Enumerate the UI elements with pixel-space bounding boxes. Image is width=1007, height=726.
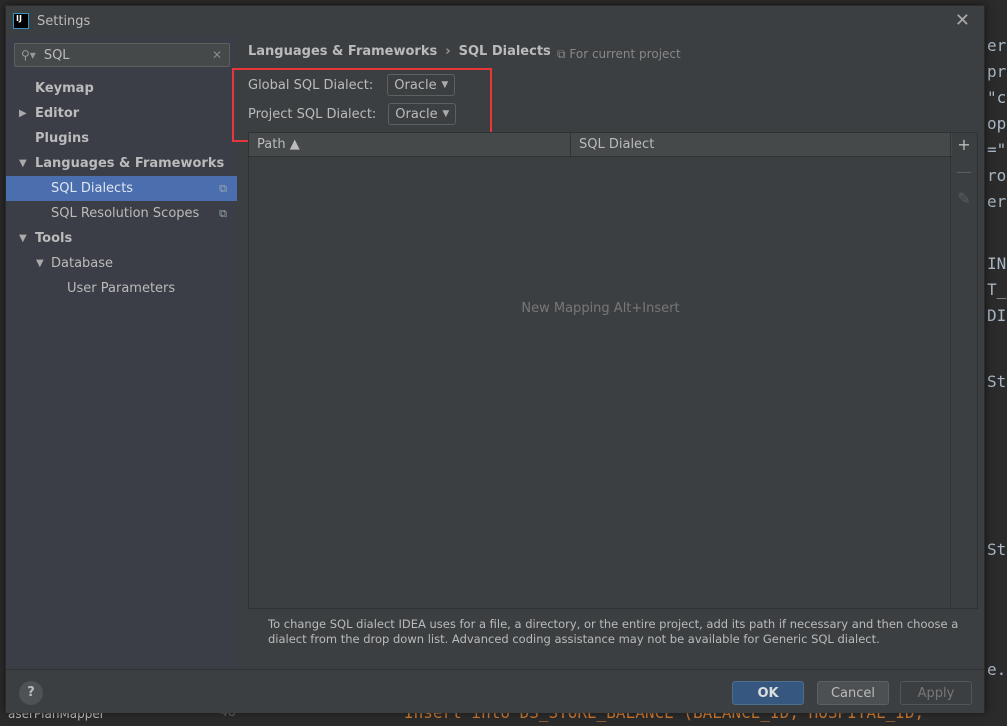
add-icon[interactable]: + bbox=[957, 133, 970, 160]
ok-button[interactable]: OK bbox=[732, 681, 804, 705]
help-button[interactable]: ? bbox=[19, 681, 43, 705]
breadcrumb-separator: › bbox=[445, 44, 451, 59]
tree-item-tools[interactable]: ▼ Tools bbox=[6, 226, 237, 251]
project-scope-icon: ⧉ bbox=[557, 47, 570, 61]
title-bar: IJ Settings ✕ bbox=[6, 6, 984, 36]
project-dialect-row: Project SQL Dialect: Oracle ▼ bbox=[248, 103, 457, 125]
settings-content: Languages & Frameworks › SQL Dialects ⧉ … bbox=[232, 36, 984, 669]
search-input[interactable]: ⚲▾ SQL ✕ bbox=[14, 43, 230, 67]
search-icon: ⚲▾ bbox=[21, 48, 36, 62]
expand-arrow-icon[interactable]: ▶ bbox=[19, 108, 27, 119]
tree-label: SQL Resolution Scopes bbox=[51, 206, 200, 221]
tree-label: Keymap bbox=[35, 81, 94, 96]
tree-label: Tools bbox=[35, 231, 73, 246]
close-icon[interactable]: ✕ bbox=[955, 10, 970, 31]
apply-button[interactable]: Apply bbox=[900, 681, 972, 705]
dialog-footer: ? OK Cancel Apply bbox=[6, 669, 984, 713]
chevron-down-icon: ▼ bbox=[441, 80, 449, 90]
tree-item-database[interactable]: ▼ Database bbox=[6, 251, 237, 276]
global-dialect-value: Oracle bbox=[394, 77, 437, 93]
tree-item-sql-resolution-scopes[interactable]: SQL Resolution Scopes ⧉ bbox=[6, 201, 237, 226]
global-dialect-row: Global SQL Dialect: Oracle ▼ bbox=[248, 74, 456, 96]
tree-item-editor[interactable]: ▶ Editor bbox=[6, 101, 237, 126]
global-dialect-label: Global SQL Dialect: bbox=[248, 77, 374, 93]
chevron-down-icon: ▼ bbox=[442, 109, 450, 119]
code-fragment: op bbox=[987, 114, 1007, 133]
search-value: SQL bbox=[43, 47, 70, 63]
code-fragment: St bbox=[987, 540, 1007, 559]
code-fragment: T_ bbox=[987, 280, 1007, 299]
code-fragment: St bbox=[987, 372, 1007, 391]
settings-sidebar: ⚲▾ SQL ✕ Keymap ▶ Editor Plugins ▼ Languag… bbox=[6, 36, 237, 669]
mapping-table: Path ▲ SQL Dialect New Mapping Alt+Inser… bbox=[248, 132, 978, 609]
code-fragment: ro bbox=[987, 166, 1007, 185]
code-fragment: er bbox=[987, 192, 1007, 211]
settings-tree: Keymap ▶ Editor Plugins ▼ Languages & Fram… bbox=[6, 76, 237, 301]
breadcrumb-parent[interactable]: Languages & Frameworks bbox=[248, 44, 437, 59]
tree-label: User Parameters bbox=[67, 281, 176, 296]
column-header-sql-dialect[interactable]: SQL Dialect bbox=[571, 133, 654, 156]
table-toolbar: + — ✎ bbox=[950, 133, 977, 608]
edit-icon[interactable]: ✎ bbox=[957, 187, 970, 214]
code-fragment: IN bbox=[987, 254, 1007, 273]
code-fragment: =" bbox=[987, 140, 1007, 159]
code-fragment: pr bbox=[987, 62, 1007, 81]
breadcrumb-current: SQL Dialects bbox=[458, 44, 551, 59]
tree-label: Editor bbox=[35, 106, 80, 121]
tree-label: Languages & Frameworks bbox=[35, 156, 225, 171]
clear-icon[interactable]: ✕ bbox=[212, 48, 222, 62]
collapse-arrow-icon[interactable]: ▼ bbox=[19, 158, 27, 169]
for-current-project: ⧉ For current project bbox=[557, 47, 681, 62]
collapse-arrow-icon[interactable]: ▼ bbox=[19, 233, 27, 244]
code-fragment: DI bbox=[987, 306, 1007, 325]
code-fragment: e. bbox=[987, 660, 1007, 679]
remove-icon[interactable]: — bbox=[956, 160, 972, 187]
tree-item-plugins[interactable]: Plugins bbox=[6, 126, 237, 151]
collapse-arrow-icon[interactable]: ▼ bbox=[36, 258, 44, 269]
project-dialect-select[interactable]: Oracle ▼ bbox=[388, 103, 457, 125]
column-header-path[interactable]: Path ▲ bbox=[249, 133, 571, 156]
global-dialect-select[interactable]: Oracle ▼ bbox=[387, 74, 456, 96]
help-text: To change SQL dialect IDEA uses for a fi… bbox=[268, 617, 959, 646]
for-current-project-label: For current project bbox=[569, 47, 681, 61]
window-title: Settings bbox=[37, 13, 91, 29]
tree-label: Plugins bbox=[35, 131, 89, 146]
table-header: Path ▲ SQL Dialect bbox=[249, 133, 952, 157]
code-fragment: "c bbox=[987, 88, 1007, 107]
tree-item-keymap[interactable]: Keymap bbox=[6, 76, 237, 101]
tree-item-sql-dialects[interactable]: SQL Dialects ⧉ bbox=[6, 176, 237, 201]
tree-label: Database bbox=[51, 256, 114, 271]
project-scope-icon: ⧉ bbox=[219, 206, 227, 220]
tree-item-user-parameters[interactable]: User Parameters bbox=[6, 276, 237, 301]
intellij-logo: IJ bbox=[13, 13, 29, 29]
cancel-button[interactable]: Cancel bbox=[817, 681, 889, 705]
project-scope-icon: ⧉ bbox=[219, 181, 227, 195]
code-fragment: er bbox=[987, 36, 1007, 55]
tree-label: SQL Dialects bbox=[51, 181, 134, 196]
breadcrumb: Languages & Frameworks › SQL Dialects bbox=[248, 44, 551, 59]
tree-item-languages-frameworks[interactable]: ▼ Languages & Frameworks bbox=[6, 151, 237, 176]
empty-table-text[interactable]: New Mapping Alt+Insert bbox=[249, 301, 952, 316]
project-dialect-value: Oracle bbox=[395, 106, 438, 122]
project-dialect-label: Project SQL Dialect: bbox=[248, 106, 377, 122]
settings-dialog: IJ Settings ✕ ⚲▾ SQL ✕ Keymap ▶ Editor Pl… bbox=[5, 5, 985, 713]
